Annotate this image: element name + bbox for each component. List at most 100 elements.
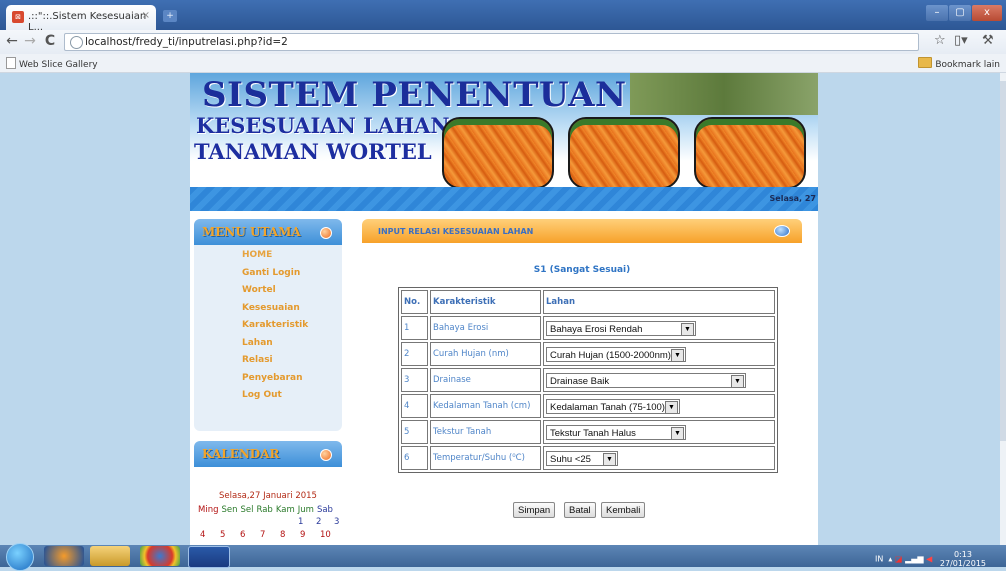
lahan-select[interactable]: Suhu <25 ▼ [546, 450, 618, 466]
minimize-button[interactable]: – [926, 5, 948, 21]
menu-item-penyebaran[interactable]: Penyebaran [194, 370, 342, 388]
calendar-day[interactable]: 5 [220, 530, 225, 540]
cancel-button[interactable]: Batal [564, 502, 596, 518]
row-no: 2 [401, 342, 428, 366]
panel-header: INPUT RELASI KESESUAIAN LAHAN [362, 219, 802, 243]
row-no: 3 [401, 368, 428, 392]
menu-item-kesesuaian[interactable]: Kesesuaian [194, 300, 342, 318]
reload-icon[interactable]: C [42, 33, 58, 49]
select-value: Tekstur Tanah Halus [550, 427, 636, 439]
menu-item-wortel[interactable]: Wortel [194, 282, 342, 300]
calendar-day[interactable]: 2 [316, 517, 321, 527]
table-row: 5 Tekstur Tanah Tekstur Tanah Halus ▼ [401, 420, 775, 444]
browser-tab[interactable]: ⊠ .::"::.Sistem Kesesuaian L... × [6, 5, 156, 33]
lahan-select[interactable]: Bahaya Erosi Rendah ▼ [546, 320, 696, 336]
weekday: Jum [297, 505, 314, 515]
input-relasi-panel: INPUT RELASI KESESUAIAN LAHAN S1 (Sangat… [362, 219, 802, 545]
browser-tab-bar: ⊠ .::"::.Sistem Kesesuaian L... × + – ▢ x [0, 0, 1006, 33]
dropdown-arrow-icon[interactable]: ▼ [603, 452, 616, 466]
lahan-select[interactable]: Tekstur Tanah Halus ▼ [546, 424, 686, 440]
clock[interactable]: 0:13 27/01/2015 [940, 550, 986, 568]
lahan-select[interactable]: Kedalaman Tanah (75-100) ▼ [546, 398, 680, 414]
menu-item-lahan[interactable]: Lahan [194, 335, 342, 353]
table-row: 3 Drainase Drainase Baik ▼ [401, 368, 775, 392]
row-lahan-cell: Curah Hujan (1500-2000nm) ▼ [543, 342, 775, 366]
menu-list: HOME Ganti Login Wortel Kesesuaian Karak… [194, 247, 342, 405]
row-karakteristik: Temperatur/Suhu (⁰C) [430, 446, 541, 470]
close-window-button[interactable]: x [972, 5, 1002, 21]
row-no: 4 [401, 394, 428, 418]
volume-icon[interactable]: ◀ [926, 555, 932, 564]
row-lahan-cell: Bahaya Erosi Rendah ▼ [543, 316, 775, 340]
main-menu: MENU UTAMA HOME Ganti Login Wortel Keses… [194, 219, 342, 431]
calendar-day[interactable]: 7 [260, 530, 265, 540]
language-indicator[interactable]: IN [875, 555, 883, 564]
calendar-day[interactable]: 4 [200, 530, 205, 540]
menu-item-relasi[interactable]: Relasi [194, 352, 342, 370]
wrench-icon[interactable]: ⚒ [982, 33, 994, 48]
menu-item-ganti-login[interactable]: Ganti Login [194, 265, 342, 283]
row-no: 6 [401, 446, 428, 470]
page-viewport: SISTEM PENENTUAN KESESUAIAN LAHAN TANAMA… [0, 73, 1006, 545]
dropdown-arrow-icon[interactable]: ▼ [731, 374, 744, 388]
new-tab-button[interactable]: + [163, 10, 177, 22]
panel-toggle-icon[interactable] [774, 225, 790, 237]
banner-subtitle-2: TANAMAN WORTEL [194, 139, 432, 164]
calendar-day[interactable]: 1 [298, 517, 303, 527]
calendar-weekdays: Ming Sen Sel Rab Kam Jum Sab [198, 505, 336, 515]
lahan-select[interactable]: Drainase Baik ▼ [546, 372, 746, 388]
globe-icon [70, 36, 83, 49]
lahan-select[interactable]: Curah Hujan (1500-2000nm) ▼ [546, 346, 686, 362]
url-text[interactable]: localhost/fredy_ti/inputrelasi.php?id=2 [85, 36, 288, 48]
calendar-toggle-icon[interactable] [320, 449, 332, 461]
calendar-today: Selasa,27 Januari 2015 [219, 491, 317, 501]
back-arrow-icon[interactable]: ← [4, 33, 20, 49]
menu-item-log-out[interactable]: Log Out [194, 387, 342, 405]
star-icon[interactable]: ☆ [934, 33, 946, 48]
menu-title: MENU UTAMA [202, 225, 301, 239]
firefox-icon[interactable] [44, 546, 84, 566]
back-button[interactable]: Kembali [601, 502, 646, 518]
calendar-day[interactable]: 10 [320, 530, 331, 540]
forward-arrow-icon[interactable]: → [22, 33, 38, 49]
field-photo [630, 73, 818, 115]
select-value: Curah Hujan (1500-2000nm) [550, 349, 671, 361]
maximize-button[interactable]: ▢ [949, 5, 971, 21]
menu-item-home[interactable]: HOME [194, 247, 342, 265]
signal-icon[interactable]: ▂▄▆ [905, 555, 923, 564]
scrollbar-thumb[interactable] [1000, 81, 1006, 441]
bookmark-label: Web Slice Gallery [19, 60, 98, 70]
chrome-icon[interactable] [140, 546, 180, 566]
bookmark-other[interactable]: Bookmark lain [918, 57, 1000, 70]
table-row: 6 Temperatur/Suhu (⁰C) Suhu <25 ▼ [401, 446, 775, 470]
menu-toggle-icon[interactable] [320, 227, 332, 239]
calendar-day[interactable]: 3 [334, 517, 339, 527]
dropdown-arrow-icon[interactable]: ▼ [665, 400, 678, 414]
dropdown-arrow-icon[interactable]: ▼ [671, 348, 684, 362]
explorer-icon[interactable] [90, 546, 130, 566]
save-button[interactable]: Simpan [513, 502, 556, 518]
site-favicon-icon: ⊠ [12, 11, 24, 23]
tab-close-icon[interactable]: × [142, 10, 150, 21]
banner-date-bar: Selasa, 27 [190, 187, 818, 211]
page-scrollbar[interactable] [1000, 73, 1006, 545]
bookmark-web-slice-gallery[interactable]: Web Slice Gallery [6, 57, 98, 70]
calendar-panel: KALENDAR Selasa,27 Januari 2015 Ming Sen S… [194, 441, 342, 545]
page-menu-icon[interactable]: ▯▾ [954, 33, 968, 48]
row-karakteristik: Tekstur Tanah [430, 420, 541, 444]
calendar-day[interactable]: 8 [280, 530, 285, 540]
select-value: Bahaya Erosi Rendah [550, 323, 643, 335]
weekday: Sel [240, 505, 254, 515]
col-header-lahan: Lahan [543, 290, 775, 314]
word-icon[interactable] [188, 546, 230, 568]
browser-toolbar: ← → C localhost/fredy_ti/inputrelasi.php… [0, 30, 1006, 55]
calendar-day[interactable]: 9 [300, 530, 305, 540]
menu-item-karakteristik[interactable]: Karakteristik [194, 317, 342, 335]
calendar-day[interactable]: 6 [240, 530, 245, 540]
dropdown-arrow-icon[interactable]: ▼ [671, 426, 684, 440]
address-bar[interactable]: localhost/fredy_ti/inputrelasi.php?id=2 [64, 33, 919, 51]
weekday: Ming [198, 505, 219, 515]
dropdown-arrow-icon[interactable]: ▼ [681, 322, 694, 336]
table-header-row: No. Karakteristik Lahan [401, 290, 775, 314]
tray-app-icon[interactable]: ◪ [895, 555, 903, 564]
